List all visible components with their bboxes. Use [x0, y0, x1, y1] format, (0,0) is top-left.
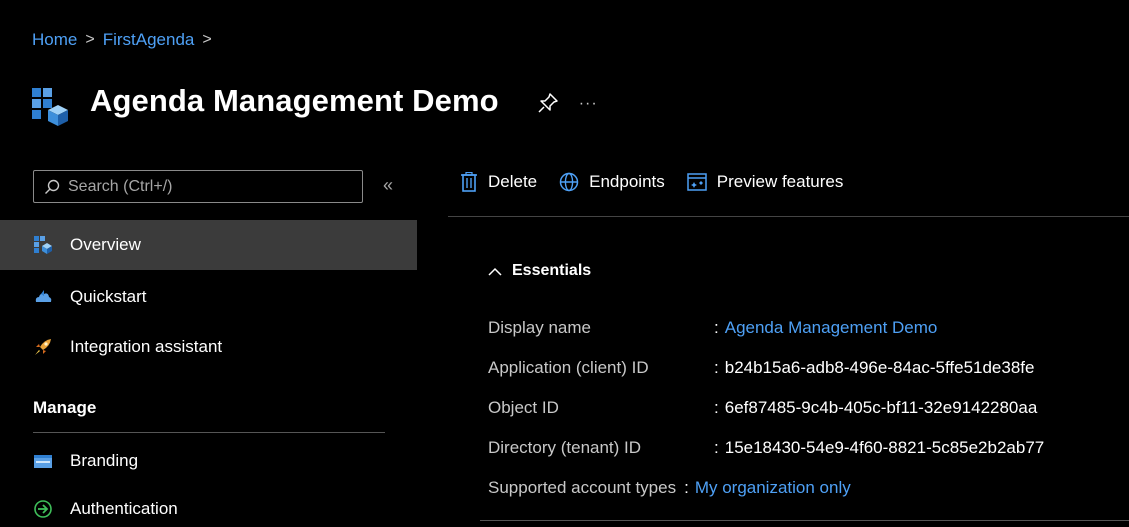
property-row: Supported account types : My organizatio… [488, 468, 1044, 508]
app-registration-icon [34, 236, 52, 254]
client-id-value: b24b15a6-adb8-496e-84ac-5ffe51de38fe [724, 358, 1035, 377]
collapse-sidebar-icon[interactable]: « [383, 175, 393, 196]
divider [480, 520, 1129, 521]
endpoints-button[interactable]: Endpoints [559, 172, 665, 192]
property-label: Directory (tenant) ID [488, 438, 642, 457]
preview-features-button[interactable]: Preview features [687, 172, 844, 192]
preview-features-label: Preview features [716, 172, 844, 191]
property-separator: : [714, 318, 719, 337]
sidebar-item-integration-assistant[interactable]: Integration assistant [0, 322, 417, 372]
app-registration-icon [32, 88, 68, 126]
globe-icon [559, 172, 579, 192]
essentials-properties: Display name : Agenda Management Demo Ap… [488, 308, 1044, 508]
sidebar-item-label: Integration assistant [70, 337, 223, 356]
breadcrumb-separator: > [202, 31, 212, 48]
property-separator: : [714, 398, 719, 417]
breadcrumb: Home > FirstAgenda > [32, 30, 220, 50]
page-title: Agenda Management Demo [90, 83, 499, 118]
tenant-id-value: 15e18430-54e9-4f60-8821-5c85e2b2ab77 [724, 438, 1045, 457]
essentials-toggle[interactable]: Essentials [488, 262, 591, 280]
property-row: Display name : Agenda Management Demo [488, 308, 1044, 348]
divider [33, 432, 385, 433]
divider [448, 216, 1129, 217]
more-options-icon[interactable]: ··· [579, 95, 598, 113]
sidebar-item-label: Authentication [70, 499, 178, 518]
property-row: Application (client) ID : b24b15a6-adb8-… [488, 348, 1044, 388]
property-separator: : [714, 438, 719, 457]
property-label: Application (client) ID [488, 358, 649, 377]
object-id-value: 6ef87485-9c4b-405c-bf11-32e9142280aa [724, 398, 1038, 417]
sidebar-item-label: Branding [70, 451, 139, 470]
sidebar-item-overview[interactable]: Overview [0, 220, 417, 270]
delete-label: Delete [488, 172, 538, 191]
trash-icon [461, 172, 477, 192]
breadcrumb-separator: > [85, 31, 95, 48]
rocket-icon [34, 338, 52, 356]
search-placeholder: Search (Ctrl+/) [68, 177, 173, 195]
breadcrumb-home-link[interactable]: Home [32, 30, 77, 50]
property-row: Directory (tenant) ID : 15e18430-54e9-4f… [488, 428, 1044, 468]
branding-icon [34, 452, 52, 470]
property-label: Object ID [488, 398, 559, 417]
authentication-icon [34, 500, 52, 518]
delete-button[interactable]: Delete [460, 172, 537, 192]
property-row: Object ID : 6ef87485-9c4b-405c-bf11-32e9… [488, 388, 1044, 428]
sidebar-item-branding[interactable]: Branding [0, 436, 417, 486]
property-label: Supported account types [488, 478, 677, 497]
manage-section-heading: Manage [33, 398, 97, 417]
property-separator: : [714, 358, 719, 377]
property-label: Display name [488, 318, 591, 337]
sidebar-item-quickstart[interactable]: Quickstart [0, 272, 417, 322]
sidebar-item-authentication[interactable]: Authentication [0, 484, 417, 527]
supported-account-types-link[interactable]: My organization only [695, 478, 851, 498]
command-bar: Delete Endpoints Preview features [460, 172, 865, 192]
page-header: Agenda Management Demo ··· [32, 76, 598, 126]
search-input[interactable]: Search (Ctrl+/) [33, 170, 363, 203]
endpoints-label: Endpoints [589, 172, 665, 191]
essentials-heading: Essentials [512, 262, 592, 279]
breadcrumb-firstagenda-link[interactable]: FirstAgenda [103, 30, 195, 50]
sidebar-item-label: Quickstart [70, 287, 147, 306]
sidebar-item-label: Overview [70, 235, 141, 254]
quickstart-cloud-icon [34, 288, 52, 306]
display-name-link[interactable]: Agenda Management Demo [725, 318, 938, 338]
property-separator: : [684, 478, 689, 497]
pin-icon[interactable] [537, 92, 559, 114]
search-icon [45, 179, 60, 194]
preview-features-icon [687, 173, 707, 191]
chevron-up-icon [488, 267, 502, 276]
